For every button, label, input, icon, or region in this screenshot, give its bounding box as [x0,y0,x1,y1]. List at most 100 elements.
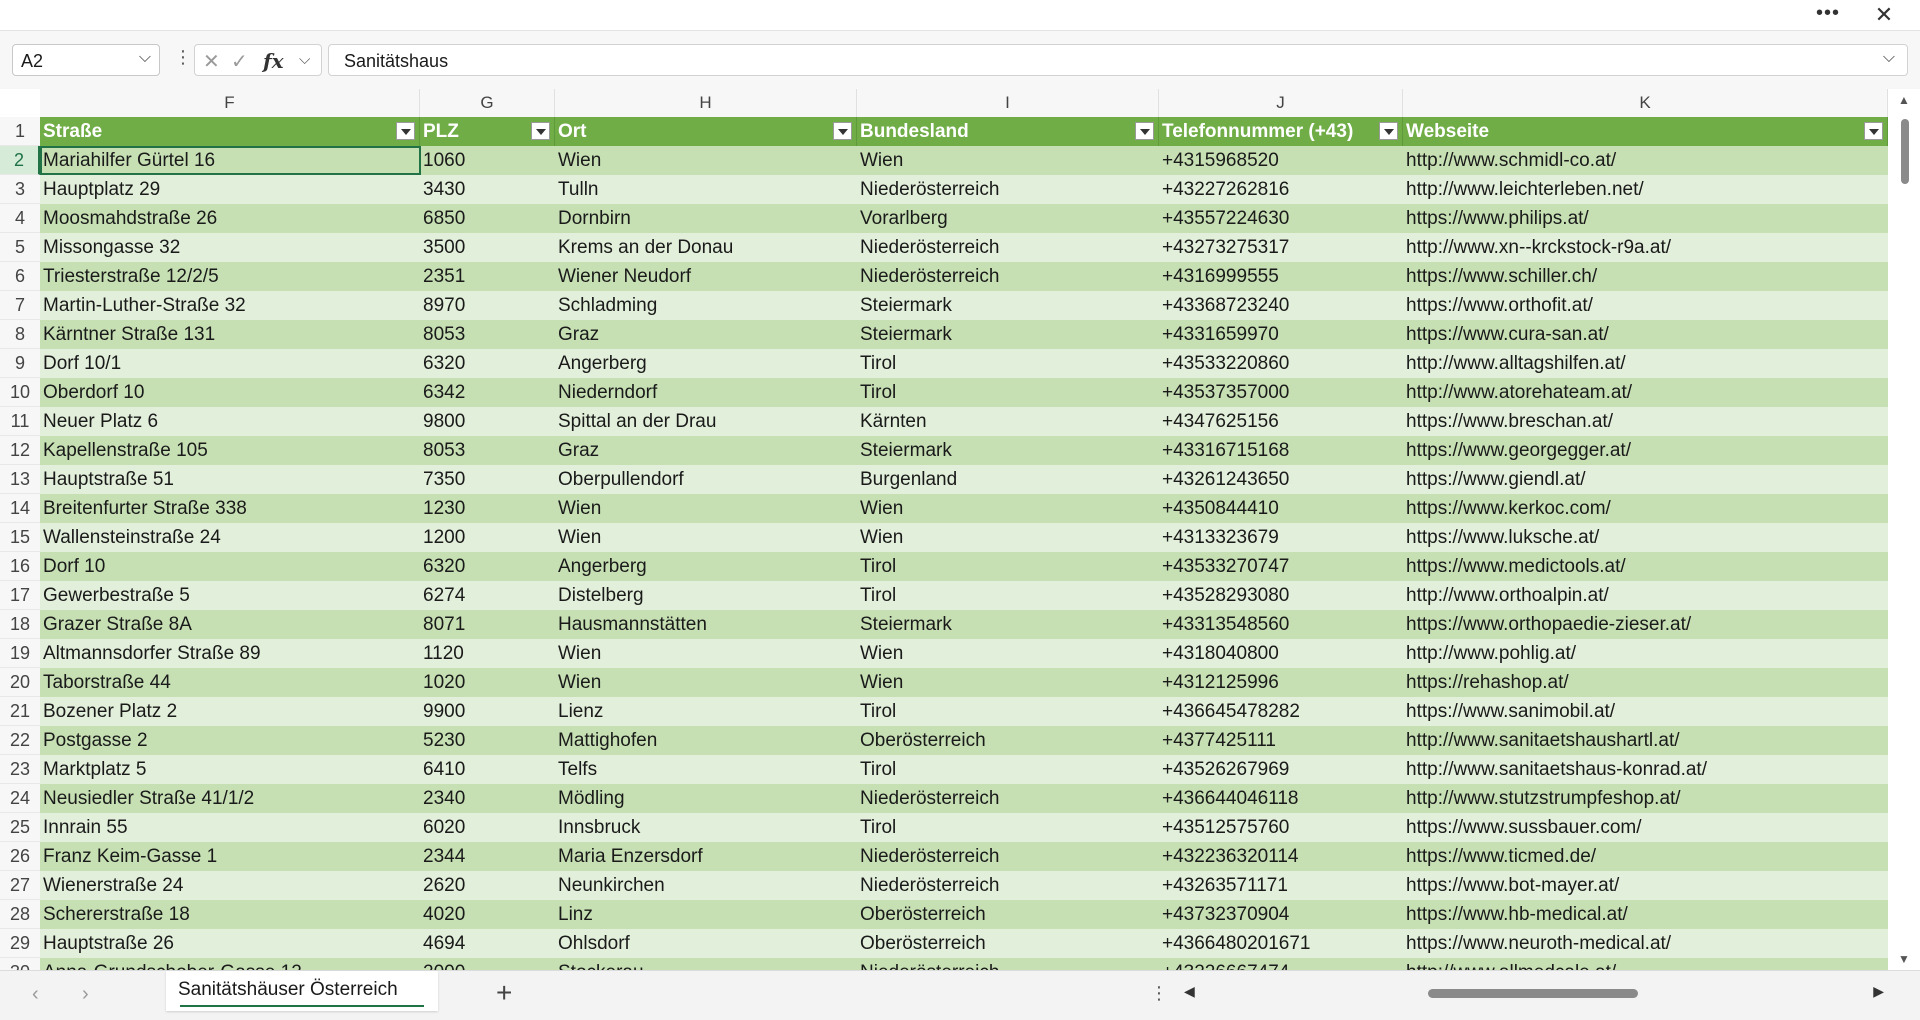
table-cell[interactable]: https://www.georgegger.at/ [1403,436,1888,465]
table-cell[interactable]: Tirol [857,552,1159,581]
row-header[interactable]: 9 [0,349,40,378]
table-cell[interactable]: +4366480201671 [1159,929,1403,958]
column-header-h[interactable]: H [555,89,857,117]
table-cell[interactable]: 1120 [420,639,555,668]
sheet-tab-sanitaetshaeuser[interactable]: Sanitätshäuser Österreich [166,971,438,1011]
table-cell[interactable]: Graz [555,436,857,465]
row-header[interactable]: 29 [0,929,40,958]
insert-function-icon[interactable]: fx [263,49,284,73]
table-cell[interactable]: https://www.sanimobil.at/ [1403,697,1888,726]
row-header[interactable]: 27 [0,871,40,900]
row-header[interactable]: 11 [0,407,40,436]
table-cell[interactable]: Wien [857,146,1159,175]
table-cell[interactable]: +43557224630 [1159,204,1403,233]
worksheet-grid[interactable]: Straße PLZ Ort Bundesland Telefonnummer (+43… [40,117,1888,970]
table-cell[interactable]: Wien [857,639,1159,668]
table-cell[interactable]: 9900 [420,697,555,726]
table-cell[interactable]: Tirol [857,755,1159,784]
scroll-down-icon[interactable]: ▼ [1898,952,1910,966]
table-cell[interactable]: 2340 [420,784,555,813]
table-cell[interactable]: https://www.ticmed.de/ [1403,842,1888,871]
table-cell[interactable]: 6274 [420,581,555,610]
table-cell[interactable]: 1230 [420,494,555,523]
table-cell[interactable]: +4347625156 [1159,407,1403,436]
table-cell[interactable]: https://www.hb-medical.at/ [1403,900,1888,929]
expand-formula-bar-icon[interactable]: ⌵ [1883,49,1895,67]
table-cell[interactable]: Niederösterreich [857,784,1159,813]
column-header-k[interactable]: K [1403,89,1888,117]
table-cell[interactable]: http://www.alltagshilfen.at/ [1403,349,1888,378]
scroll-left-icon[interactable]: ◀ [1184,983,1195,1000]
table-cell[interactable]: Dornbirn [555,204,857,233]
table-cell[interactable]: Niederösterreich [857,871,1159,900]
table-cell[interactable]: Oberösterreich [857,726,1159,755]
table-cell[interactable]: Franz Keim-Gasse 1 [40,842,420,871]
row-header[interactable]: 28 [0,900,40,929]
row-header[interactable]: 12 [0,436,40,465]
table-cell[interactable]: +43512575760 [1159,813,1403,842]
table-cell[interactable]: Oberdorf 10 [40,378,420,407]
table-cell[interactable]: Kärntner Straße 131 [40,320,420,349]
table-cell[interactable]: https://www.kerkoc.com/ [1403,494,1888,523]
table-cell[interactable]: 4694 [420,929,555,958]
row-header[interactable]: 24 [0,784,40,813]
table-cell[interactable]: Neuer Platz 6 [40,407,420,436]
row-header[interactable]: 26 [0,842,40,871]
table-cell[interactable]: 1200 [420,523,555,552]
table-cell[interactable]: Niederösterreich [857,233,1159,262]
table-cell[interactable]: +43313548560 [1159,610,1403,639]
table-cell[interactable]: http://www.pohlig.at/ [1403,639,1888,668]
table-cell[interactable]: Niederndorf [555,378,857,407]
table-cell[interactable]: 8053 [420,320,555,349]
table-cell[interactable]: Spittal an der Drau [555,407,857,436]
row-header[interactable]: 6 [0,262,40,291]
table-cell[interactable]: Dorf 10 [40,552,420,581]
table-cell[interactable]: Steiermark [857,436,1159,465]
table-cell[interactable]: +43227262816 [1159,175,1403,204]
table-cell[interactable]: Neunkirchen [555,871,857,900]
table-cell[interactable]: 2000 [420,958,555,970]
table-cell[interactable]: https://www.sussbauer.com/ [1403,813,1888,842]
table-cell[interactable]: +436645478282 [1159,697,1403,726]
table-cell[interactable]: Tirol [857,378,1159,407]
table-cell[interactable]: Neusiedler Straße 41/1/2 [40,784,420,813]
table-cell[interactable]: 7350 [420,465,555,494]
table-cell[interactable]: https://www.orthopaedie-zieser.at/ [1403,610,1888,639]
scroll-right-icon[interactable]: ▶ [1873,983,1884,1000]
table-cell[interactable]: +432236320114 [1159,842,1403,871]
table-cell[interactable]: Mödling [555,784,857,813]
filter-dropdown-icon[interactable] [531,122,550,140]
table-cell[interactable]: Wien [857,668,1159,697]
table-cell[interactable]: Hauptstraße 51 [40,465,420,494]
filter-dropdown-icon[interactable] [1379,122,1398,140]
table-cell[interactable]: Ohlsdorf [555,929,857,958]
table-cell[interactable]: Oberpullendorf [555,465,857,494]
table-cell[interactable]: Steiermark [857,320,1159,349]
row-header[interactable]: 22 [0,726,40,755]
table-cell[interactable]: Hausmannstätten [555,610,857,639]
column-header-g[interactable]: G [420,89,555,117]
table-cell[interactable]: Hauptstraße 26 [40,929,420,958]
table-cell[interactable]: 2351 [420,262,555,291]
table-cell[interactable]: Niederösterreich [857,842,1159,871]
table-header-cell[interactable]: Webseite [1403,117,1888,146]
row-header[interactable]: 25 [0,813,40,842]
table-cell[interactable]: Graz [555,320,857,349]
table-cell[interactable]: https://www.medictools.at/ [1403,552,1888,581]
table-cell[interactable]: https://www.luksche.at/ [1403,523,1888,552]
table-header-cell[interactable]: Telefonnummer (+43) [1159,117,1403,146]
table-cell[interactable]: Schladming [555,291,857,320]
table-cell[interactable]: Grazer Straße 8A [40,610,420,639]
table-cell[interactable]: +4318040800 [1159,639,1403,668]
table-cell[interactable]: 3500 [420,233,555,262]
column-header-f[interactable]: F [40,89,420,117]
table-cell[interactable]: Tirol [857,349,1159,378]
table-cell[interactable]: https://www.orthofit.at/ [1403,291,1888,320]
table-cell[interactable]: http://www.atorehateam.at/ [1403,378,1888,407]
table-cell[interactable]: Angerberg [555,349,857,378]
table-cell[interactable]: Wien [555,639,857,668]
table-cell[interactable]: 1020 [420,668,555,697]
table-cell[interactable]: +4377425111 [1159,726,1403,755]
table-cell[interactable]: Anna-Grundschober-Gasse 12 [40,958,420,970]
table-cell[interactable]: Breitenfurter Straße 338 [40,494,420,523]
